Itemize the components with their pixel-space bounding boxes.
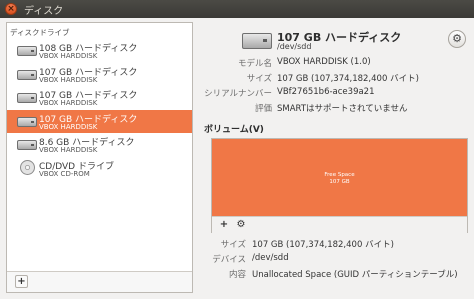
free-space-label: Free Space [324, 172, 355, 178]
info-row-assessment: 評価 SMARTはサポートされていません [200, 102, 472, 114]
disk-settings-button[interactable]: ⚙ [448, 30, 466, 48]
info-value: SMARTはサポートされていません [277, 104, 408, 114]
window-title: ディスク [24, 6, 64, 17]
volume-row-contents: 内容 Unallocated Space (GUID パーティションテーブル) [200, 268, 472, 280]
info-row-model: モデル名 VBOX HARDDISK (1.0) [200, 57, 472, 69]
info-row-size: サイズ 107 GB (107,374,182,400 バイト) [200, 72, 472, 84]
gear-icon: ⚙ [236, 219, 246, 230]
hdd-icon [242, 30, 272, 52]
drive-model: VBOX HARDDISK [39, 99, 98, 108]
drive-model: VBOX HARDDISK [39, 146, 98, 155]
free-space-block[interactable]: Free Space 107 GB [212, 139, 467, 216]
drive-item[interactable]: 107 GB ハードディスク VBOX HARDDISK [7, 86, 192, 110]
info-value: 107 GB (107,374,182,400 バイト) [277, 74, 419, 84]
hdd-icon [17, 138, 37, 152]
drive-item[interactable]: 108 GB ハードディスク VBOX HARDDISK [7, 39, 192, 63]
volume-map: Free Space 107 GB + ⚙ [211, 138, 468, 233]
hdd-icon [17, 115, 37, 129]
drive-item[interactable]: CD/DVD ドライブ VBOX CD-ROM [7, 157, 192, 181]
info-value: VBf27651b6-ace39a21 [277, 87, 375, 97]
info-row-serial: シリアルナンバー VBf27651b6-ace39a21 [200, 87, 472, 99]
info-value: VBOX HARDDISK (1.0) [277, 57, 371, 67]
free-space-size: 107 GB [329, 179, 350, 185]
sidebar-header: ディスクドライブ [10, 28, 70, 37]
drive-model: VBOX CD-ROM [39, 169, 90, 178]
volume-row-device: デバイス /dev/sdd [200, 253, 472, 265]
drive-item-selected[interactable]: 107 GB ハードディスク VBOX HARDDISK [7, 109, 192, 134]
cd-icon [17, 159, 37, 176]
info-label: 内容 [228, 270, 246, 280]
hdd-icon [17, 44, 37, 58]
volume-row-size: サイズ 107 GB (107,374,182,400 バイト) [200, 238, 472, 250]
drive-list: 108 GB ハードディスク VBOX HARDDISK 107 GB ハードデ… [7, 39, 192, 181]
info-label: シリアルナンバー [204, 89, 272, 99]
info-label: デバイス [212, 255, 246, 265]
volume-toolbar: + ⚙ [212, 216, 467, 233]
info-value: Unallocated Space (GUID パーティションテーブル) [252, 270, 458, 280]
info-value: 107 GB (107,374,182,400 バイト) [252, 240, 394, 250]
create-partition-button[interactable]: + [217, 218, 231, 231]
sidebar-footer: + [7, 271, 192, 292]
title-bar[interactable]: × ディスク [0, 0, 474, 18]
add-drive-button[interactable]: + [15, 275, 28, 288]
drive-model: VBOX HARDDISK [39, 122, 98, 131]
disks-window: × ディスク ディスクドライブ 108 GB ハードディスク VBOX HARD… [0, 0, 474, 299]
drive-model: VBOX HARDDISK [39, 75, 98, 84]
partition-settings-button[interactable]: ⚙ [234, 218, 248, 231]
hdd-icon [17, 91, 37, 105]
drive-item[interactable]: 8.6 GB ハードディスク VBOX HARDDISK [7, 133, 192, 157]
info-label: サイズ [220, 240, 246, 250]
close-button[interactable]: × [5, 3, 17, 15]
info-label: 評価 [254, 104, 272, 114]
drive-sidebar: ディスクドライブ 108 GB ハードディスク VBOX HARDDISK 10… [6, 22, 193, 293]
info-label: モデル名 [237, 59, 272, 69]
disk-device: /dev/sdd [277, 42, 312, 51]
gear-icon: ⚙ [452, 32, 462, 45]
volumes-heading: ボリューム(V) [204, 125, 264, 135]
hdd-icon [17, 68, 37, 82]
info-value: /dev/sdd [252, 253, 289, 263]
drive-model: VBOX HARDDISK [39, 52, 98, 60]
info-label: サイズ [246, 74, 272, 84]
drive-item[interactable]: 107 GB ハードディスク VBOX HARDDISK [7, 63, 192, 87]
